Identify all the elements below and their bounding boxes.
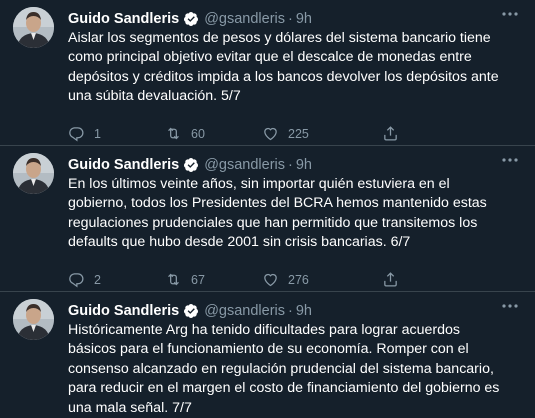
tweet-feed: Guido Sandleris @gsandleris · 9h Aislar …: [0, 0, 535, 417]
share-button[interactable]: [382, 271, 399, 288]
reply-icon: [69, 127, 84, 142]
author-name[interactable]: Guido Sandleris: [68, 157, 179, 173]
like-count: 225: [288, 126, 309, 141]
separator-dot: ·: [288, 10, 293, 27]
retweet-button[interactable]: 67: [165, 271, 262, 288]
verified-icon: [183, 157, 199, 173]
like-button[interactable]: 225: [262, 125, 382, 142]
author-handle[interactable]: @gsandleris: [204, 303, 285, 319]
share-button[interactable]: [382, 125, 399, 142]
share-icon: [384, 126, 397, 141]
like-count: 276: [288, 272, 309, 287]
tweet-header: Guido Sandleris @gsandleris · 9h: [68, 9, 521, 28]
tweet-text: Aislar los segmentos de pesos y dólares …: [68, 30, 499, 105]
like-button[interactable]: 276: [262, 271, 382, 288]
like-icon: [264, 128, 277, 141]
timestamp[interactable]: 9h: [296, 303, 312, 319]
reply-count: 2: [94, 272, 101, 287]
retweet-button[interactable]: 60: [165, 125, 262, 142]
retweet-count: 67: [191, 272, 205, 287]
more-icon[interactable]: [501, 299, 519, 314]
avatar-photo: [13, 7, 54, 48]
tweet[interactable]: Guido Sandleris @gsandleris · 9h En los …: [0, 146, 535, 292]
reply-count: 1: [94, 126, 101, 141]
timestamp[interactable]: 9h: [296, 11, 312, 27]
retweet-icon: [168, 127, 179, 140]
author-name[interactable]: Guido Sandleris: [68, 11, 179, 27]
reply-button[interactable]: 2: [68, 271, 165, 288]
separator-dot: ·: [288, 156, 293, 173]
reply-icon: [69, 273, 84, 288]
separator-dot: ·: [288, 302, 293, 319]
author-name[interactable]: Guido Sandleris: [68, 303, 179, 319]
tweet-text: Históricamente Arg ha tenido dificultade…: [68, 322, 500, 416]
avatar[interactable]: [13, 7, 54, 48]
avatar-photo: [13, 299, 54, 340]
avatar[interactable]: [13, 299, 54, 340]
more-icon[interactable]: [501, 153, 519, 168]
like-icon: [264, 274, 277, 287]
timestamp[interactable]: 9h: [296, 157, 312, 173]
verified-icon: [183, 303, 199, 319]
retweet-count: 60: [191, 126, 205, 141]
avatar[interactable]: [13, 153, 54, 194]
author-handle[interactable]: @gsandleris: [204, 157, 285, 173]
share-icon: [384, 272, 397, 287]
avatar-photo: [13, 153, 54, 194]
tweet-header: Guido Sandleris @gsandleris · 9h: [68, 155, 521, 174]
verified-icon: [183, 11, 199, 27]
retweet-icon: [168, 273, 179, 286]
tweet-text: En los últimos veinte años, sin importar…: [68, 176, 487, 251]
author-handle[interactable]: @gsandleris: [204, 11, 285, 27]
reply-button[interactable]: 1: [68, 125, 165, 142]
more-icon[interactable]: [501, 7, 519, 22]
tweet[interactable]: Guido Sandleris @gsandleris · 9h Históri…: [0, 292, 535, 417]
tweet-header: Guido Sandleris @gsandleris · 9h: [68, 301, 521, 320]
tweet[interactable]: Guido Sandleris @gsandleris · 9h Aislar …: [0, 0, 535, 146]
